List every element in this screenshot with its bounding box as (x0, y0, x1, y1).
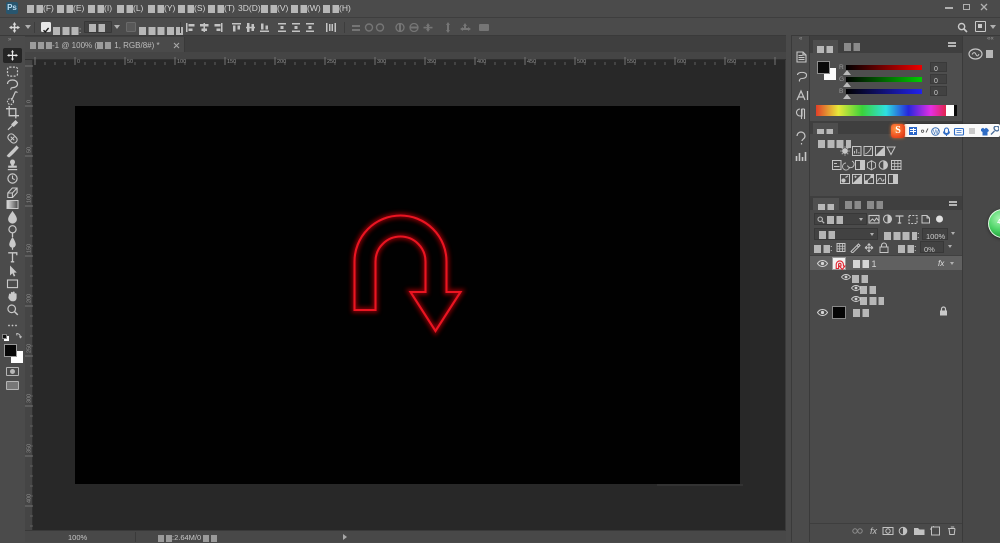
svg-text:350: 350 (27, 444, 33, 453)
svg-text:100: 100 (27, 194, 33, 203)
svg-text:0: 0 (77, 59, 80, 65)
svg-text:350: 350 (427, 59, 436, 65)
svg-text:W: W (933, 130, 939, 136)
svg-text:300: 300 (27, 394, 33, 403)
svg-text:500: 500 (577, 59, 586, 65)
svg-text:600: 600 (677, 59, 686, 65)
svg-text:150: 150 (27, 244, 33, 253)
svg-text:fx: fx (870, 526, 878, 536)
svg-text:150: 150 (227, 59, 236, 65)
svg-text:50: 50 (27, 147, 33, 153)
svg-text:400: 400 (477, 59, 486, 65)
svg-text:400: 400 (27, 494, 33, 503)
svg-text:200: 200 (27, 294, 33, 303)
svg-text:550: 550 (627, 59, 636, 65)
svg-text:650: 650 (727, 59, 736, 65)
svg-text:250: 250 (27, 344, 33, 353)
svg-text:300: 300 (377, 59, 386, 65)
svg-text:200: 200 (277, 59, 286, 65)
svg-text:0: 0 (27, 100, 33, 103)
svg-text:250: 250 (327, 59, 336, 65)
svg-text:100: 100 (177, 59, 186, 65)
svg-text:50: 50 (127, 59, 133, 65)
svg-text:450: 450 (527, 59, 536, 65)
